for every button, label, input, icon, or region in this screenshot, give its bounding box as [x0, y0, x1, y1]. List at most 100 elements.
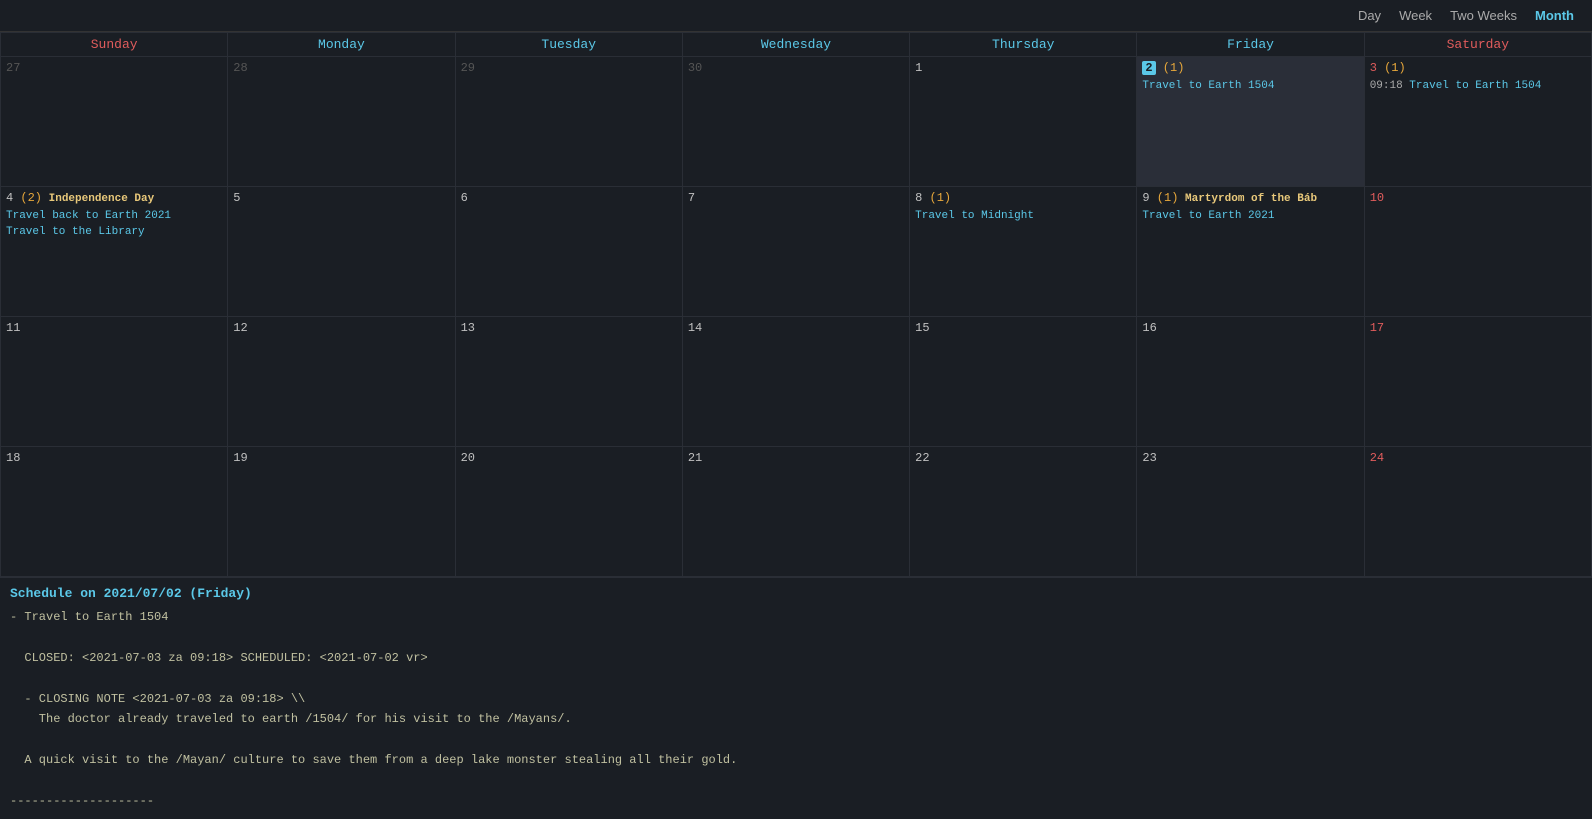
calendar-cell[interactable]: 9 (1) Martyrdom of the Báb Travel to Eart… [1137, 187, 1364, 317]
calendar-event[interactable]: Travel to Midnight [915, 209, 1131, 224]
cell-day-info: 18 [6, 451, 222, 467]
calendar-cell[interactable]: 18 [1, 447, 228, 577]
calendar-event[interactable]: Travel to Earth 1504 [1142, 79, 1358, 94]
day-number: 28 [233, 61, 247, 75]
calendar-header: Day Week Two Weeks Month [0, 0, 1592, 32]
cell-day-info: 13 [461, 321, 677, 337]
calendar-cell[interactable]: 23 [1137, 447, 1364, 577]
cell-day-info: 14 [688, 321, 904, 337]
day-number: 23 [1142, 451, 1156, 465]
header-thursday: Thursday [910, 33, 1137, 57]
day-number: 11 [6, 321, 20, 335]
event-title: Travel to Earth 2021 [1142, 210, 1274, 222]
view-switcher: Day Week Two Weeks Month [1350, 6, 1582, 25]
calendar-event[interactable]: Travel back to Earth 2021 [6, 209, 222, 224]
day-number: 12 [233, 321, 247, 335]
cell-day-info: 17 [1370, 321, 1586, 337]
schedule-title: Schedule on 2021/07/02 (Friday) [10, 586, 1582, 601]
calendar-week-row: 18 19 20 21 22 23 24 [1, 447, 1592, 577]
calendar-cell[interactable]: 29 [455, 57, 682, 187]
header-monday: Monday [228, 33, 455, 57]
calendar-cell[interactable]: 15 [910, 317, 1137, 447]
calendar-cell[interactable]: 22 [910, 447, 1137, 577]
cell-day-info: 24 [1370, 451, 1586, 467]
day-holiday: Martyrdom of the Báb [1178, 193, 1317, 205]
calendar-event[interactable]: Travel to the Library [6, 225, 222, 240]
view-week-button[interactable]: Week [1391, 6, 1440, 25]
calendar-cell[interactable]: 19 [228, 447, 455, 577]
day-number: 24 [1370, 451, 1384, 465]
calendar-cell[interactable]: 27 [1, 57, 228, 187]
day-holiday: Independence Day [42, 193, 154, 205]
day-number: 2 [1142, 61, 1155, 75]
day-number: 16 [1142, 321, 1156, 335]
calendar-grid: Sunday Monday Tuesday Wednesday Thursday… [0, 32, 1592, 577]
cell-day-info: 30 [688, 61, 904, 77]
calendar-cell[interactable]: 28 [228, 57, 455, 187]
day-number: 13 [461, 321, 475, 335]
day-number: 7 [688, 191, 695, 205]
event-title: Travel to Earth 1504 [1142, 80, 1274, 92]
day-number: 3 [1370, 61, 1377, 75]
day-number: 27 [6, 61, 20, 75]
cell-day-info: 1 [915, 61, 1131, 77]
day-number: 19 [233, 451, 247, 465]
day-event-count: (1) [1156, 61, 1185, 75]
calendar-week-row: 27 28 29 30 12 (1) Travel to Earth 1504 3 (1) 0… [1, 57, 1592, 187]
calendar-event[interactable]: Travel to Earth 2021 [1142, 209, 1358, 224]
cell-day-info: 5 [233, 191, 449, 207]
calendar-cell[interactable]: 7 [682, 187, 909, 317]
cell-day-info: 29 [461, 61, 677, 77]
day-number: 30 [688, 61, 702, 75]
calendar-cell[interactable]: 5 [228, 187, 455, 317]
day-number: 18 [6, 451, 20, 465]
calendar-cell[interactable]: 21 [682, 447, 909, 577]
cell-day-info: 10 [1370, 191, 1586, 207]
view-twoweeks-button[interactable]: Two Weeks [1442, 6, 1525, 25]
cell-day-info: 9 (1) Martyrdom of the Báb [1142, 191, 1358, 207]
calendar-cell[interactable]: 14 [682, 317, 909, 447]
calendar-event[interactable]: 09:18 Travel to Earth 1504 [1370, 79, 1586, 94]
calendar-cell[interactable]: 6 [455, 187, 682, 317]
header-saturday: Saturday [1364, 33, 1591, 57]
calendar-cell[interactable]: 2 (1) Travel to Earth 1504 [1137, 57, 1364, 187]
event-time: 09:18 [1370, 80, 1410, 92]
calendar-cell[interactable]: 20 [455, 447, 682, 577]
calendar-cell[interactable]: 12 [228, 317, 455, 447]
calendar-cell[interactable]: 16 [1137, 317, 1364, 447]
day-event-count: (2) [13, 191, 42, 205]
day-event-count: (1) [1377, 61, 1406, 75]
cell-day-info: 22 [915, 451, 1131, 467]
header-wednesday: Wednesday [682, 33, 909, 57]
day-number: 17 [1370, 321, 1384, 335]
calendar-week-row: 4 (2) Independence DayTravel back to Ear… [1, 187, 1592, 317]
header-sunday: Sunday [1, 33, 228, 57]
day-number: 10 [1370, 191, 1384, 205]
day-header-row: Sunday Monday Tuesday Wednesday Thursday… [1, 33, 1592, 57]
day-number: 22 [915, 451, 929, 465]
cell-day-info: 3 (1) [1370, 61, 1586, 77]
calendar-cell[interactable]: 11 [1, 317, 228, 447]
calendar-cell[interactable]: 24 [1364, 447, 1591, 577]
calendar-weeks: 2728293012 (1)Travel to Earth 15043 (1)0… [1, 57, 1592, 577]
calendar-cell[interactable]: 4 (2) Independence DayTravel back to Ear… [1, 187, 228, 317]
day-event-count: (1) [1150, 191, 1179, 205]
event-title: Travel to the Library [6, 226, 145, 238]
calendar-cell[interactable]: 8 (1)Travel to Midnight [910, 187, 1137, 317]
cell-day-info: 21 [688, 451, 904, 467]
cell-day-info: 19 [233, 451, 449, 467]
calendar-cell[interactable]: 30 [682, 57, 909, 187]
calendar-cell[interactable]: 13 [455, 317, 682, 447]
cell-day-info: 12 [233, 321, 449, 337]
calendar-cell[interactable]: 3 (1) 09:18 Travel to Earth 1504 [1364, 57, 1591, 187]
calendar-cell[interactable]: 10 [1364, 187, 1591, 317]
day-event-count: (1) [922, 191, 951, 205]
view-day-button[interactable]: Day [1350, 6, 1389, 25]
calendar-cell[interactable]: 17 [1364, 317, 1591, 447]
cell-day-info: 27 [6, 61, 222, 77]
calendar-cell[interactable]: 1 [910, 57, 1137, 187]
day-number: 21 [688, 451, 702, 465]
day-number: 29 [461, 61, 475, 75]
cell-day-info: 28 [233, 61, 449, 77]
view-month-button[interactable]: Month [1527, 6, 1582, 25]
